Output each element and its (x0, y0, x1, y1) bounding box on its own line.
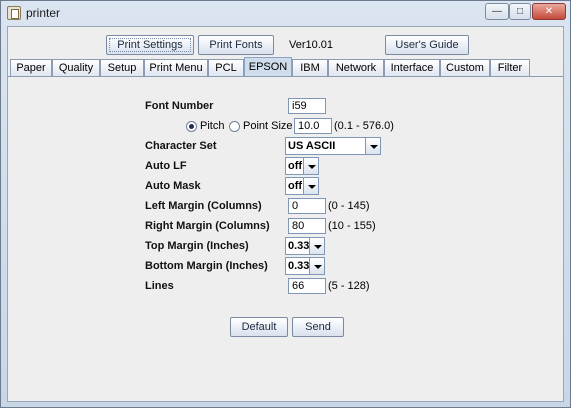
right-margin-label: Right Margin (Columns) (145, 220, 270, 232)
chevron-down-icon[interactable] (303, 157, 319, 175)
point-size-radio[interactable] (229, 121, 240, 132)
point-size-radio-label: Point Size (243, 120, 293, 132)
print-settings-button[interactable]: Print Settings (106, 35, 194, 55)
tab-quality[interactable]: Quality (52, 59, 100, 76)
left-margin-field[interactable]: 0 (288, 198, 326, 214)
version-label: Ver10.01 (289, 39, 334, 51)
tab-network[interactable]: Network (328, 59, 384, 76)
right-margin-field[interactable]: 80 (288, 218, 326, 234)
maximize-button[interactable]: □ (509, 3, 531, 20)
tab-ibm[interactable]: IBM (292, 59, 328, 76)
minimize-button[interactable]: — (485, 3, 509, 20)
lines-label: Lines (145, 280, 174, 292)
tab-strip: Paper Quality Setup Print Menu PCL EPSON… (8, 57, 563, 77)
tab-pcl[interactable]: PCL (208, 59, 244, 76)
right-margin-range-hint: (10 - 155) (328, 220, 376, 232)
top-margin-label: Top Margin (Inches) (145, 240, 249, 252)
print-fonts-button[interactable]: Print Fonts (198, 35, 274, 55)
lines-field[interactable]: 66 (288, 278, 326, 294)
auto-mask-dropdown[interactable]: off (285, 177, 319, 195)
pitch-value-field[interactable]: 10.0 (294, 118, 332, 134)
auto-mask-value: off (288, 180, 303, 192)
top-margin-dropdown[interactable]: 0.33 (285, 237, 325, 255)
chevron-down-icon[interactable] (309, 237, 325, 255)
left-margin-range-hint: (0 - 145) (328, 200, 370, 212)
chevron-down-icon[interactable] (303, 177, 319, 195)
tab-epson[interactable]: EPSON (244, 57, 292, 77)
auto-lf-dropdown[interactable]: off (285, 157, 319, 175)
tab-filter[interactable]: Filter (490, 59, 530, 76)
close-button[interactable]: ✕ (532, 3, 566, 20)
auto-lf-label: Auto LF (145, 160, 187, 172)
tab-custom[interactable]: Custom (440, 59, 490, 76)
bottom-margin-dropdown[interactable]: 0.33 (285, 257, 325, 275)
chevron-down-icon[interactable] (365, 137, 381, 155)
pitch-radio[interactable] (186, 121, 197, 132)
font-number-field[interactable]: i59 (288, 98, 326, 114)
character-set-dropdown[interactable]: US ASCII (285, 137, 381, 155)
default-button[interactable]: Default (230, 317, 288, 337)
send-button[interactable]: Send (292, 317, 344, 337)
lines-range-hint: (5 - 128) (328, 280, 370, 292)
left-margin-label: Left Margin (Columns) (145, 200, 262, 212)
top-margin-value: 0.33 (288, 240, 310, 252)
auto-mask-label: Auto Mask (145, 180, 201, 192)
chevron-down-icon[interactable] (309, 257, 325, 275)
auto-lf-value: off (288, 160, 303, 172)
bottom-margin-label: Bottom Margin (Inches) (145, 260, 268, 272)
pitch-range-hint: (0.1 - 576.0) (334, 120, 394, 132)
app-window: printer — □ ✕ Print Settings Print Fonts… (0, 0, 571, 408)
window-title: printer (26, 6, 61, 20)
epson-settings-panel: Font Number i59 Pitch Point Size 10.0 (0… (8, 76, 563, 401)
pitch-radio-label: Pitch (200, 120, 225, 132)
client-area: Print Settings Print Fonts Ver10.01 User… (7, 26, 564, 402)
tab-setup[interactable]: Setup (100, 59, 144, 76)
character-set-value: US ASCII (288, 140, 336, 152)
font-number-label: Font Number (145, 100, 214, 112)
bottom-margin-value: 0.33 (288, 260, 310, 272)
tab-paper[interactable]: Paper (10, 59, 52, 76)
users-guide-button[interactable]: User's Guide (385, 35, 469, 55)
title-bar[interactable]: printer — □ ✕ (1, 1, 570, 25)
tab-print-menu[interactable]: Print Menu (144, 59, 208, 76)
tab-interface[interactable]: Interface (384, 59, 440, 76)
character-set-label: Character Set (145, 140, 217, 152)
printer-app-icon (7, 6, 21, 20)
